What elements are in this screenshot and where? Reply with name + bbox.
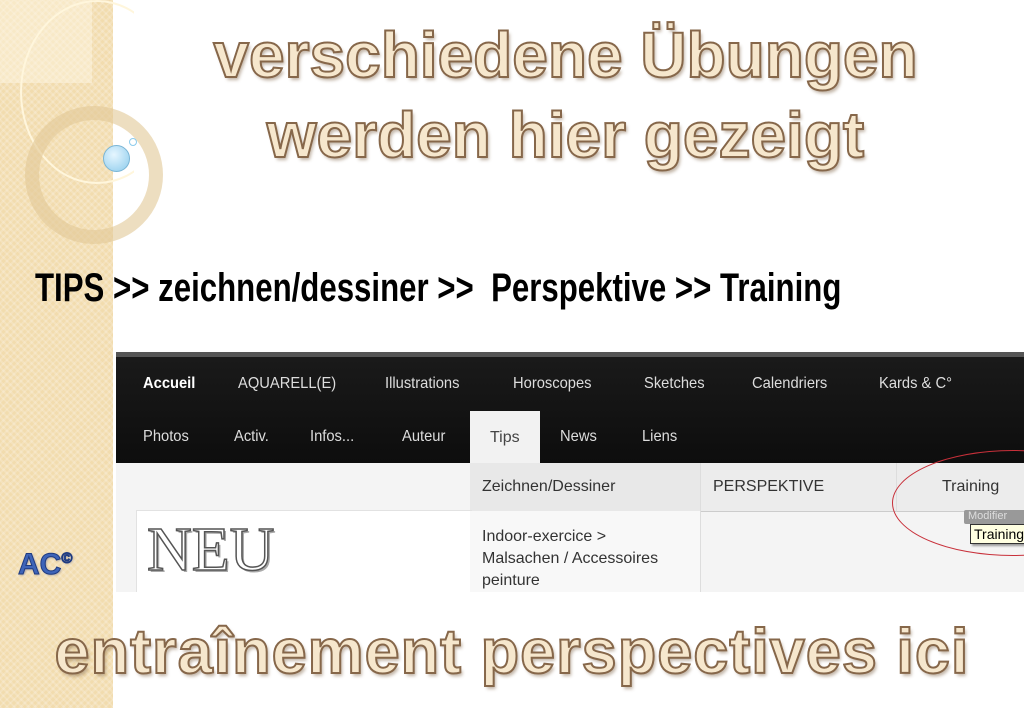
submenu-perspektive[interactable]: PERSPEKTIVE: [701, 463, 897, 512]
main-nav: Accueil AQUARELL(E) Illustrations Horosc…: [116, 357, 1024, 463]
submenu-label: PERSPEKTIVE: [713, 478, 825, 495]
nav-photos[interactable]: Photos: [143, 428, 189, 446]
logo-text: AC: [17, 548, 62, 582]
ac-logo: AC©: [17, 548, 73, 582]
logo-mark: ©: [61, 550, 73, 568]
nav-news[interactable]: News: [560, 428, 597, 446]
decorative-sidebar: AC©: [0, 0, 163, 708]
website-screenshot: Accueil AQUARELL(E) Illustrations Horosc…: [116, 352, 1024, 592]
nav-illustrations[interactable]: Illustrations: [385, 375, 459, 393]
neu-heading: NEU: [146, 515, 275, 585]
nav-auteur[interactable]: Auteur: [402, 428, 445, 446]
slide-title-line1: verschiedene Übungen: [212, 18, 918, 92]
neu-panel: NEU: [136, 510, 472, 592]
nav-tips-label: Tips: [490, 429, 520, 446]
nav-sketches[interactable]: Sketches: [644, 375, 705, 393]
nav-accueil[interactable]: Accueil: [143, 375, 195, 393]
nav-infos[interactable]: Infos...: [310, 428, 354, 446]
nav-horoscopes[interactable]: Horoscopes: [513, 375, 592, 393]
nav-liens[interactable]: Liens: [642, 428, 677, 446]
slide-title-line2: werden hier gezeigt: [266, 98, 865, 172]
nav-tips-active[interactable]: Tips: [470, 411, 540, 465]
nav-calendriers[interactable]: Calendriers: [752, 375, 827, 393]
nav-aquarelle[interactable]: AQUARELL(E): [238, 375, 336, 393]
submenu-column: Indoor-exercice > Malsachen / Accessoire…: [470, 511, 701, 592]
breadcrumb: TIPS >> zeichnen/dessiner >> Perspektive…: [35, 266, 842, 310]
nav-activ[interactable]: Activ.: [234, 428, 269, 446]
nav-kards[interactable]: Kards & C°: [879, 375, 952, 393]
submenu-label: Zeichnen/Dessiner: [482, 478, 616, 495]
submenu-zeichnen[interactable]: Zeichnen/Dessiner: [470, 463, 701, 512]
submenu-item-indoor[interactable]: Indoor-exercice > Malsachen / Accessoire…: [482, 526, 687, 592]
slide-bottom-text: entraînement perspectives ici: [54, 616, 970, 688]
